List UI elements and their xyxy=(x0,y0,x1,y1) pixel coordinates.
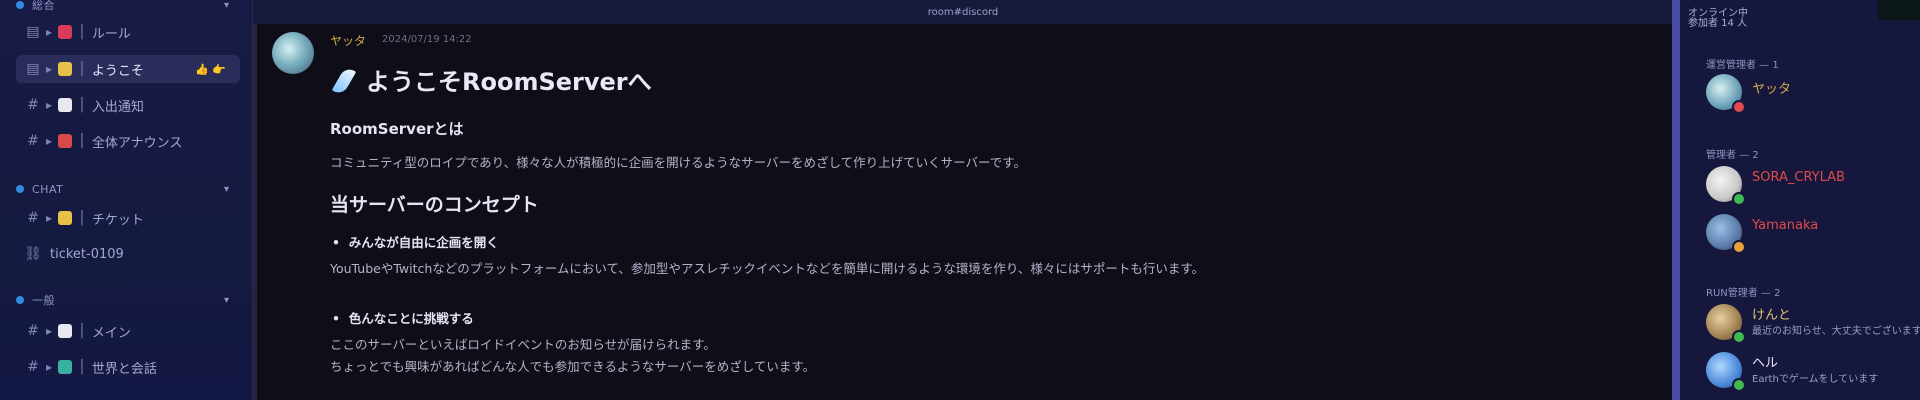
scrollbar[interactable] xyxy=(1672,0,1680,400)
author-name[interactable]: ヤッタ xyxy=(330,32,366,49)
link-icon: ⛓ xyxy=(24,246,42,262)
member-activity: Earthでゲームをしています xyxy=(1752,374,1879,385)
member-name: ヘル xyxy=(1752,356,1779,371)
channel-label: ようこそ xyxy=(91,63,144,79)
member-group-heading: RUN管理者 — 2 xyxy=(1706,288,1781,299)
hash-icon: # xyxy=(27,359,39,375)
chevron-down-icon: ▾ xyxy=(224,183,230,195)
thread-arrow-icon: ▸ xyxy=(46,360,53,374)
channel-world-talk[interactable]: # ▸ │ 世界と会話 xyxy=(16,353,240,381)
channel-label: 全体アナウンス xyxy=(91,135,183,151)
message-timestamp: 2024/07/19 14:22 xyxy=(382,34,472,45)
chevron-down-icon: ▾ xyxy=(224,294,230,306)
channel-rules[interactable]: ▤ ▸ │ ルール xyxy=(16,18,240,46)
status-icon xyxy=(1732,330,1746,344)
channel-welcome[interactable]: ▤ ▸ │ ようこそ 👍 👉 xyxy=(16,55,240,83)
emoji-icon xyxy=(58,211,73,225)
status-icon xyxy=(1732,192,1746,206)
thread-arrow-icon: ▸ xyxy=(46,211,53,225)
thread-arrow-icon: ▸ xyxy=(46,134,53,148)
channel-label: メイン xyxy=(91,325,131,341)
category-dot-icon xyxy=(16,185,24,193)
author-avatar[interactable] xyxy=(272,32,314,74)
bullet-body: ここのサーバーといえばロイドイベントのお知らせが届けられます。 xyxy=(330,337,716,352)
chevron-down-icon: ▾ xyxy=(224,0,230,11)
thread-arrow-icon: ▸ xyxy=(46,324,53,338)
category-general[interactable]: 総合 ▾ xyxy=(16,0,229,14)
member-item[interactable]: けんと 最近のお知らせ、大丈夫でございます。 xyxy=(1706,302,1920,344)
message-accent-bar xyxy=(253,24,257,400)
hash-icon: # xyxy=(27,97,39,113)
channel-header: room#discord xyxy=(253,0,1673,24)
channel-ticket-0109[interactable]: ⛓ ticket-0109 xyxy=(16,240,240,268)
member-item[interactable]: ヤッタ xyxy=(1706,72,1912,114)
channel-label: 入出通知 xyxy=(91,99,144,115)
thread-arrow-icon: ▸ xyxy=(46,25,53,39)
book-icon: ▤ xyxy=(26,24,40,40)
emoji-icon xyxy=(58,324,73,338)
member-name: ヤッタ xyxy=(1752,82,1792,97)
member-item[interactable]: Yamanaka xyxy=(1706,212,1912,254)
emoji-icon xyxy=(58,360,73,374)
channel-title: room#discord xyxy=(927,6,999,18)
status-icon xyxy=(1732,100,1746,114)
category-chat[interactable]: CHAT ▾ xyxy=(16,180,229,198)
category-dot-icon xyxy=(16,1,24,9)
section-heading: RoomServerとは xyxy=(330,120,464,138)
bullet-heading: • みんなが自由に企画を開く xyxy=(332,235,499,250)
status-icon xyxy=(1732,378,1746,392)
bullet-body: YouTubeやTwitchなどのプラットフォームにおいて、参加型やアスレチック… xyxy=(330,261,1205,276)
section-heading: 当サーバーのコンセプト xyxy=(330,194,539,216)
emoji-icon xyxy=(58,98,73,112)
channel-main[interactable]: # ▸ │ メイン xyxy=(16,317,240,345)
message-title: ようこそRoomServerへ xyxy=(330,62,652,97)
hash-icon: # xyxy=(27,210,39,226)
status-icon xyxy=(1732,240,1746,254)
channel-sidebar: 総合 ▾ ▤ ▸ │ ルール ▤ ▸ │ ようこそ 👍 👉 # ▸ │ 入出通知… xyxy=(0,0,253,400)
emoji-icon xyxy=(58,134,73,148)
channel-announcement[interactable]: # ▸ │ 全体アナウンス xyxy=(16,127,240,155)
bullet-heading: • 色んなことに挑戦する xyxy=(332,311,474,326)
channel-join-notify[interactable]: # ▸ │ 入出通知 xyxy=(16,91,240,119)
section-body: コミュニティ型のロイプであり、様々な人が積極的に企画を開けるようなサーバーをめざ… xyxy=(330,155,1027,170)
thread-arrow-icon: ▸ xyxy=(46,98,53,112)
member-activity: 最近のお知らせ、大丈夫でございます。 xyxy=(1752,326,1920,337)
feather-icon xyxy=(330,65,356,95)
book-icon: ▤ xyxy=(26,61,40,77)
hash-icon: # xyxy=(27,323,39,339)
member-group-heading: 管理者 — 2 xyxy=(1706,150,1759,161)
channel-badge: 👍 👉 xyxy=(195,62,226,76)
corner-widget xyxy=(1878,0,1920,20)
member-group-heading: 運営管理者 — 1 xyxy=(1706,60,1779,71)
channel-label: 世界と会話 xyxy=(91,361,157,377)
channel-label: チケット xyxy=(91,212,144,228)
member-name: けんと xyxy=(1752,308,1792,323)
emoji-icon xyxy=(58,62,73,76)
hash-icon: # xyxy=(27,133,39,149)
thread-arrow-icon: ▸ xyxy=(46,62,53,76)
bullet-body: ちょっとでも興味があればどんな人でも参加できるようなサーバーをめざしています。 xyxy=(330,359,816,374)
member-name: SORA_CRYLAB xyxy=(1752,170,1845,185)
channel-label: ルール xyxy=(91,26,131,42)
message-area: ヤッタ 2024/07/19 14:22 ようこそRoomServerへ Roo… xyxy=(258,24,1670,400)
emoji-icon xyxy=(58,25,73,39)
channel-label: ticket-0109 xyxy=(50,246,124,262)
member-item[interactable]: ヘル Earthでゲームをしています xyxy=(1706,350,1912,392)
category-dot-icon xyxy=(16,296,24,304)
member-name: Yamanaka xyxy=(1752,218,1819,233)
member-count-line: 参加者 14 人 xyxy=(1688,18,1748,29)
category-ippan[interactable]: 一般 ▾ xyxy=(16,291,229,309)
channel-ticket[interactable]: # ▸ │ チケット xyxy=(16,204,240,232)
member-item[interactable]: SORA_CRYLAB xyxy=(1706,164,1912,206)
